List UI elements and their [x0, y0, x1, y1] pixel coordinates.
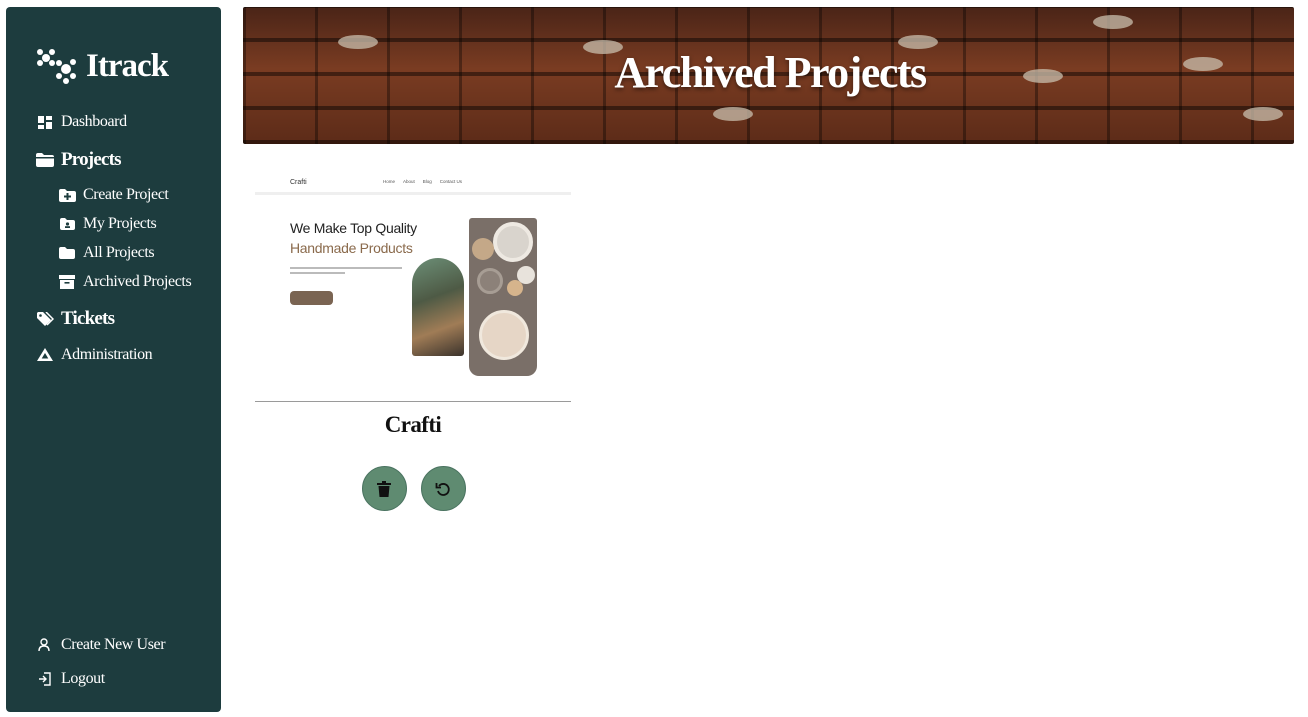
preview-links: Home About Blog Contact Us [383, 179, 462, 184]
project-actions [255, 466, 571, 511]
preview-subheadline: Handmade Products [290, 240, 413, 256]
preview-button [290, 291, 333, 305]
preview-plates-image [469, 218, 537, 376]
sidebar-item-my-projects[interactable]: My Projects [36, 215, 157, 233]
delete-project-button[interactable] [361, 466, 407, 511]
sidebar-item-tickets[interactable]: Tickets [36, 308, 115, 330]
card-divider [255, 401, 571, 402]
sidebar-item-label: Administration [61, 346, 153, 363]
sidebar-item-label: Tickets [61, 308, 115, 329]
preview-brand: Crafti [290, 179, 307, 186]
preview-link: Contact Us [439, 179, 463, 184]
page-title: Archived Projects [614, 48, 927, 97]
sidebar-item-create-new-user[interactable]: Create New User [36, 636, 166, 654]
sidebar-item-label: Projects [61, 149, 122, 170]
tags-icon [36, 311, 54, 327]
sidebar-item-label: Archived Projects [83, 273, 192, 290]
sidebar-item-archived-projects[interactable]: Archived Projects [36, 273, 192, 291]
preview-headline: We Make Top Quality [290, 220, 417, 236]
app-name: Itrack [86, 47, 169, 84]
sidebar-bottom-nav: Create New User Logout [36, 636, 166, 688]
sidebar-item-administration[interactable]: Administration [36, 346, 153, 364]
drawer-handle-decoration [713, 107, 753, 121]
page-banner: Archived Projects [243, 7, 1294, 144]
restore-project-button[interactable] [420, 466, 466, 511]
sidebar-item-all-projects[interactable]: All Projects [36, 244, 155, 262]
user-icon [36, 637, 54, 653]
sidebar-item-logout[interactable]: Logout [36, 670, 165, 688]
preview-paragraph [290, 267, 402, 277]
project-preview-image[interactable]: Crafti Home About Blog Contact Us We Mak… [255, 165, 571, 391]
sidebar-item-label: Create Project [83, 186, 169, 203]
sidebar-item-projects[interactable]: Projects [36, 149, 122, 171]
sidebar-item-label: Logout [61, 670, 105, 687]
restore-icon [435, 482, 450, 496]
dashboard-icon [36, 114, 54, 130]
sidebar-item-label: Dashboard [61, 113, 127, 130]
preview-link: About [403, 179, 415, 184]
project-card[interactable]: Crafti Home About Blog Contact Us We Mak… [255, 165, 571, 511]
brand-logo[interactable]: Itrack [36, 47, 169, 85]
folder-icon [58, 245, 76, 261]
folder-user-icon [58, 216, 76, 232]
logout-icon [36, 671, 54, 687]
folder-plus-icon [58, 187, 76, 203]
project-name: Crafti [384, 412, 442, 437]
sidebar-item-label: My Projects [83, 215, 157, 232]
preview-link: Home [383, 179, 396, 184]
sidebar: Itrack Dashboard Projects Create Project [6, 7, 221, 712]
sidebar-item-dashboard[interactable]: Dashboard [36, 113, 127, 131]
sidebar-item-label: Create New User [61, 636, 166, 653]
drive-icon [36, 347, 54, 363]
preview-header: Crafti Home About Blog Contact Us [255, 165, 571, 195]
logo-icon [37, 49, 76, 84]
trash-icon [377, 480, 391, 497]
sidebar-item-label: All Projects [83, 244, 155, 261]
archive-icon [58, 274, 76, 290]
drawer-handle-decoration [1243, 107, 1283, 121]
drawer-handle-decoration [1093, 15, 1133, 29]
preview-link: Blog [422, 179, 432, 184]
preview-shop-image [412, 258, 464, 356]
folder-open-icon [36, 152, 54, 168]
sidebar-item-create-project[interactable]: Create Project [36, 186, 169, 204]
